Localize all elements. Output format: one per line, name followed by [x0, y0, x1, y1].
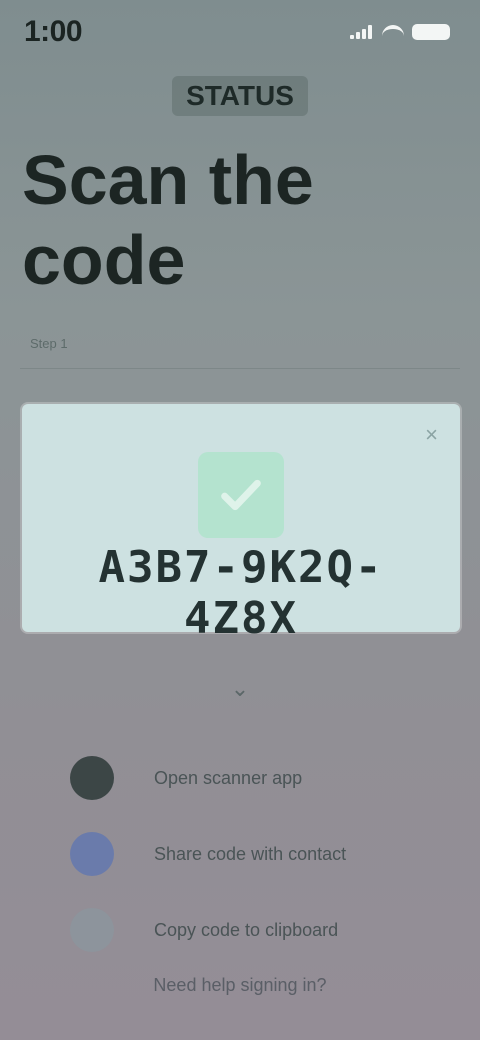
code-card: × A3B7-9K2Q-4Z8X — [22, 404, 460, 644]
close-icon[interactable]: × — [425, 422, 438, 448]
option-label: Open scanner app — [154, 767, 303, 788]
header-badge-label: STATUS — [172, 76, 308, 116]
section-caption: Step 1 — [30, 336, 68, 351]
signal-icon — [350, 25, 374, 39]
battery-icon — [412, 24, 450, 40]
option-open-scanner[interactable]: Open scanner app — [70, 740, 370, 816]
status-bar: 1:00 — [24, 14, 450, 50]
option-label: Share code with contact — [154, 843, 347, 864]
option-copy-code[interactable]: Copy code to clipboard — [70, 892, 370, 968]
help-link[interactable]: Need help signing in? — [0, 975, 480, 996]
divider — [20, 368, 460, 369]
option-label: Copy code to clipboard — [154, 919, 339, 940]
blue-circle-icon — [70, 832, 114, 876]
wifi-icon — [382, 25, 404, 39]
code-value[interactable]: A3B7-9K2Q-4Z8X — [62, 542, 420, 644]
options-list: Open scanner app Share code with contact… — [70, 740, 370, 968]
chevron-down-icon[interactable]: ⌄ — [0, 676, 480, 702]
status-icons — [350, 24, 450, 40]
option-share-code[interactable]: Share code with contact — [70, 816, 370, 892]
dark-circle-icon — [70, 756, 114, 800]
header-badge: STATUS — [0, 76, 480, 116]
check-icon — [198, 452, 284, 538]
page-title: Scan the code — [22, 141, 314, 299]
status-time: 1:00 — [24, 15, 83, 48]
gray-circle-icon — [70, 908, 114, 952]
